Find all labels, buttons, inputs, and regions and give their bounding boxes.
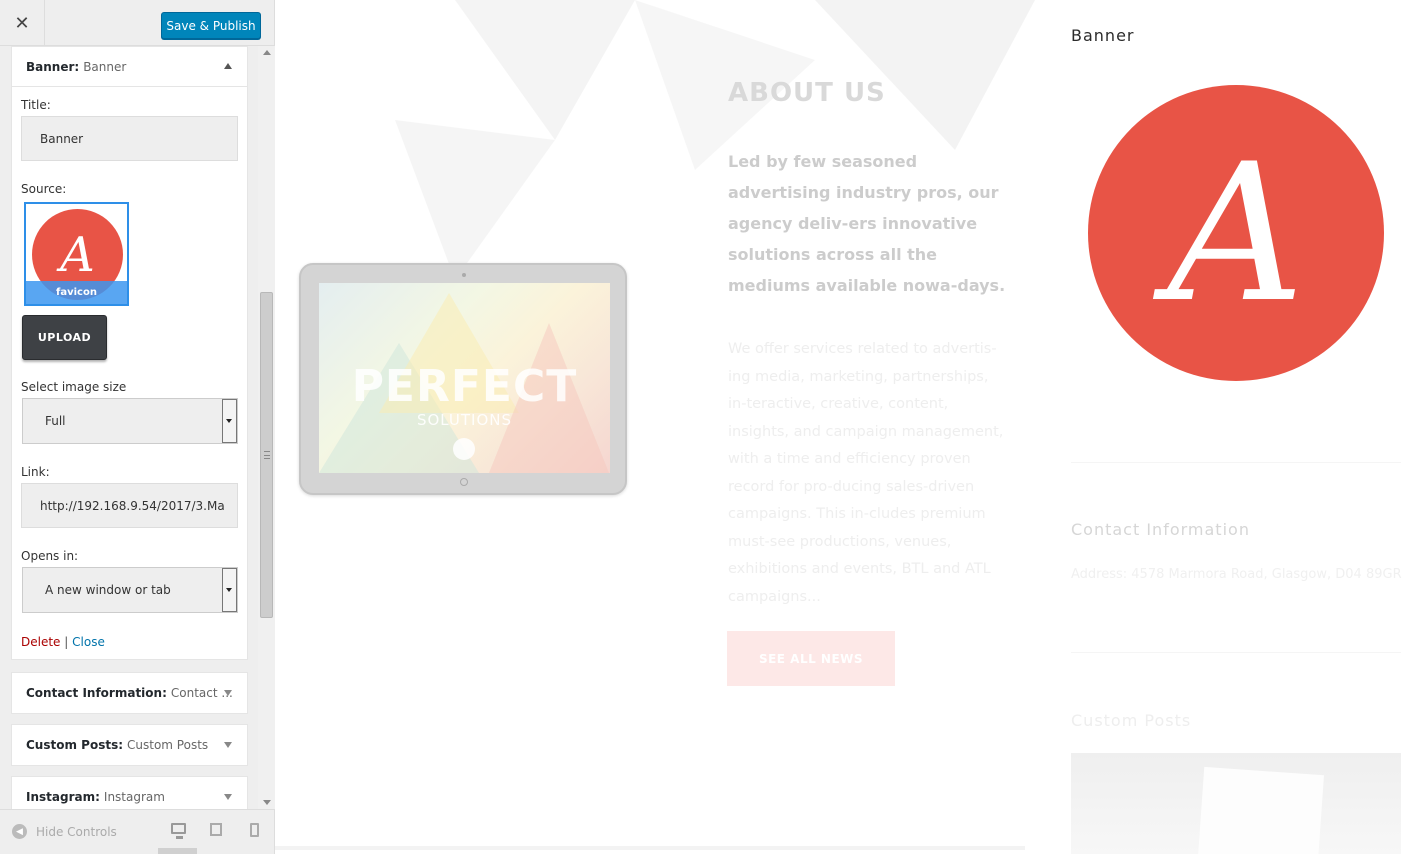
about-lead-text: Led by few seasoned advertising industry… [728,152,1006,295]
title-input[interactable]: Banner [21,116,238,161]
widget-name: Instagram: [26,790,100,804]
desktop-preview-icon[interactable] [171,823,186,839]
banner-logo[interactable]: A [1088,85,1384,381]
save-publish-button[interactable]: Save & Publish [161,12,261,39]
contact-title: Contact Information [1071,520,1250,539]
home-button [460,478,468,486]
tablet-preview-icon[interactable] [210,823,222,836]
upload-button[interactable]: UPLOAD [22,315,107,360]
close-icon: ✕ [14,12,30,34]
banner-widget: Banner: Banner Title: Banner Source: A f… [11,46,248,660]
about-body-text: We offer services related to advertis-in… [728,341,1004,605]
widget-header[interactable]: Custom Posts: Custom Posts [12,725,247,765]
divider [1071,652,1401,653]
about-title: ABOUT US [728,78,886,108]
thumbnail-caption: favicon [26,281,127,304]
tablet-screen: PERFECT SOLUTIONS [319,283,610,473]
panel-scrollbar[interactable] [258,46,275,809]
mobile-preview-icon[interactable] [250,823,259,837]
expand-arrow-icon[interactable] [224,742,232,748]
scroll-down-icon[interactable] [263,800,271,805]
link-label: Link: [21,465,50,479]
scrollbar-thumb[interactable] [260,292,273,618]
see-all-news-button[interactable]: SEE ALL NEWS [727,631,895,686]
custom-post-image[interactable] [1071,753,1401,854]
title-label: Title: [21,98,51,112]
tablet-title: PERFECT [351,361,578,412]
expand-arrow-icon[interactable] [224,690,232,696]
collapse-arrow-icon[interactable] [224,63,232,69]
widget-header[interactable]: Contact Information: Contact ... [12,673,247,713]
source-thumbnail[interactable]: A favicon [24,202,129,306]
image-size-value: Full [45,414,66,428]
image-size-label: Select image size [21,380,127,394]
close-link[interactable]: Close [72,635,105,649]
widget-name: Contact Information: [26,686,167,700]
expand-arrow-icon[interactable] [224,794,232,800]
widget-list: Banner: Banner Title: Banner Source: A f… [0,46,258,809]
widget-subtitle: Instagram [103,790,165,804]
footer-handle [158,848,197,854]
grip-icon [264,451,270,459]
tablet-subtitle: SOLUTIONS [416,411,513,429]
widget-name: Custom Posts: [26,738,124,752]
dropdown-arrow-icon[interactable] [222,568,237,612]
play-icon [453,438,475,460]
panel-header: ✕ Save & Publish [0,0,274,46]
widget-actions: Delete | Close [21,635,105,649]
camera-dot [462,273,466,277]
delete-link[interactable]: Delete [21,635,60,649]
link-input[interactable]: http://192.168.9.54/2017/3.Ma [21,483,238,528]
widget-name: Banner: [26,59,80,74]
scroll-up-icon[interactable] [263,50,271,55]
instagram-widget[interactable]: Instagram: Instagram [11,776,248,809]
contact-information-widget[interactable]: Contact Information: Contact ... [11,672,248,714]
customizer-panel: ✕ Save & Publish Banner: Banner Title: B… [0,0,275,854]
widget-subtitle: Banner [83,59,127,74]
opens-in-select[interactable]: A new window or tab [22,567,238,613]
collapse-arrow-icon: ◀ [12,824,27,839]
hide-controls-button[interactable]: ◀ Hide Controls [12,824,117,839]
tablet-mockup-image: PERFECT SOLUTIONS [299,263,627,495]
source-label: Source: [21,182,67,196]
custom-posts-title: Custom Posts [1071,711,1192,730]
widget-header[interactable]: Instagram: Instagram [12,777,247,809]
action-separator: | [64,635,69,649]
opens-in-value: A new window or tab [45,583,171,597]
preview-sidebar: Banner A Contact Information Address: 45… [1071,0,1419,854]
divider [275,846,1025,850]
hide-controls-label: Hide Controls [36,824,117,839]
dropdown-arrow-icon[interactable] [222,399,237,443]
custom-posts-widget[interactable]: Custom Posts: Custom Posts [11,724,248,766]
banner-title: Banner [1071,26,1135,45]
divider [1071,462,1401,463]
close-customizer-button[interactable]: ✕ [0,0,45,46]
panel-footer: ◀ Hide Controls [0,809,274,854]
about-section: ABOUT US Led by few seasoned advertising… [728,78,1008,611]
widget-subtitle: Custom Posts [127,738,209,752]
banner-widget-header[interactable]: Banner: Banner [12,47,247,87]
site-preview: PERFECT SOLUTIONS ABOUT US Led by few se… [275,0,1419,854]
opens-in-label: Opens in: [21,549,79,563]
image-size-select[interactable]: Full [22,398,238,444]
contact-address: Address: 4578 Marmora Road, Glasgow, D04… [1071,567,1402,582]
